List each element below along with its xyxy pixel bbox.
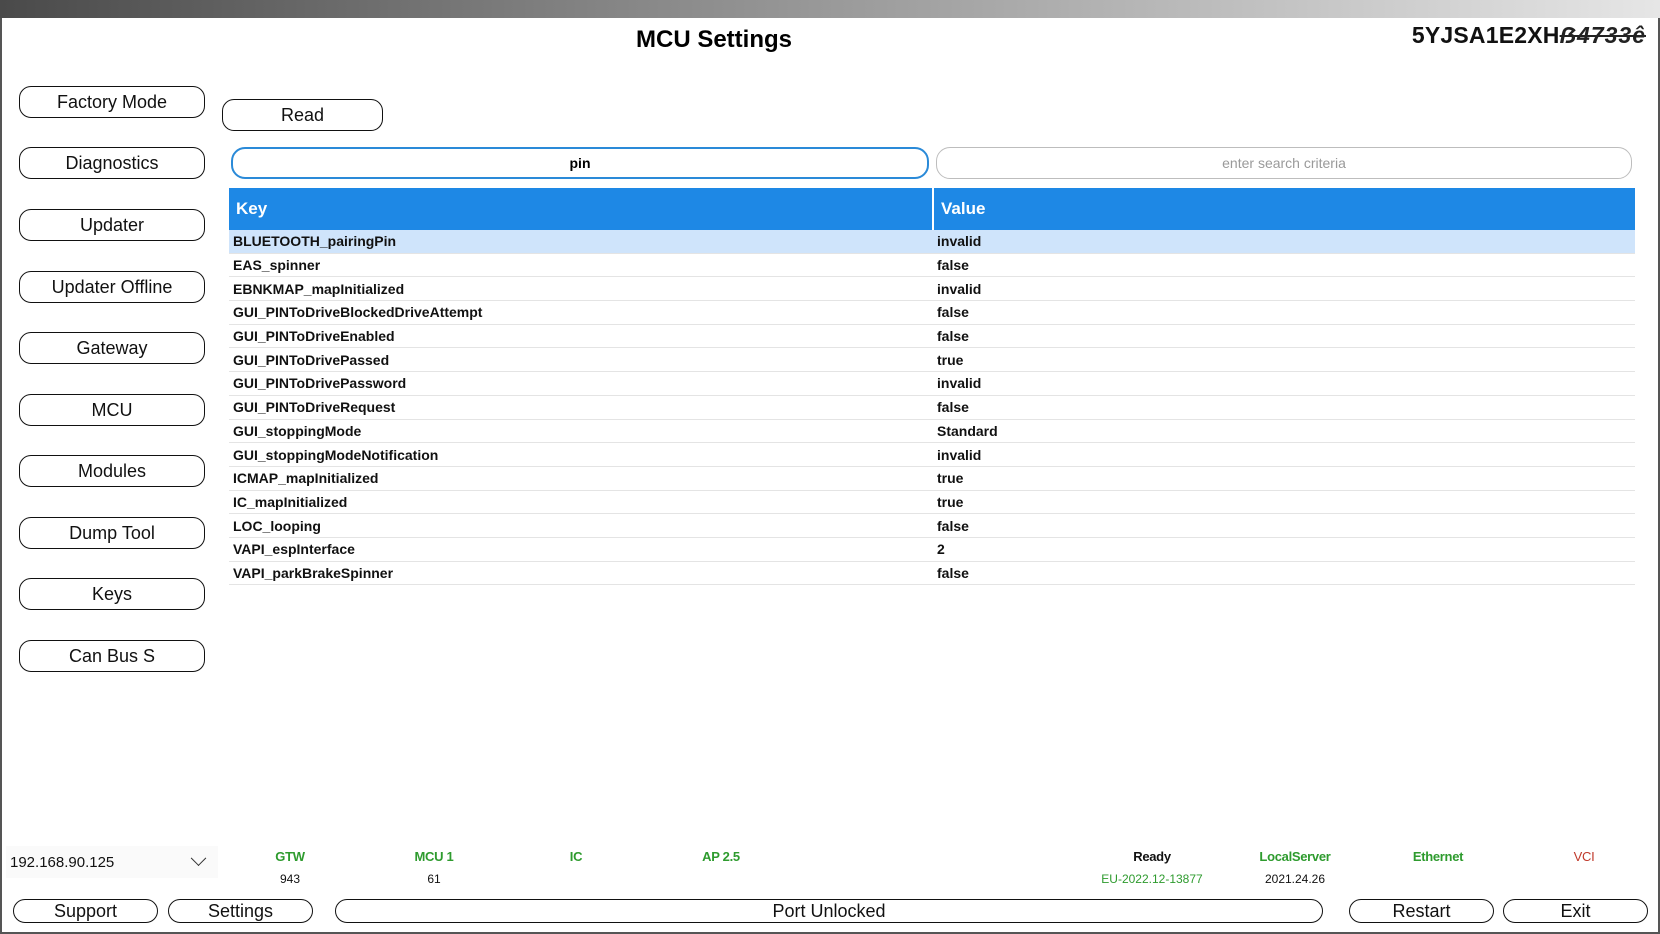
cell-value: false [937, 399, 969, 416]
cell-value: false [937, 304, 969, 321]
cell-key: GUI_PINToDriveBlockedDriveAttempt [233, 304, 483, 321]
cell-value: 2 [937, 541, 945, 558]
cell-value: invalid [937, 280, 982, 297]
status-gtw-value: 943 [279, 872, 301, 886]
table-row[interactable]: GUI_PINToDrivePassword invalid [229, 372, 1635, 396]
cell-key: GUI_stoppingModeNotification [233, 446, 439, 463]
status-mcu-label: MCU 1 [414, 849, 454, 864]
read-button[interactable]: Read [222, 99, 383, 131]
can-bus-s-button[interactable]: Can Bus S [19, 640, 205, 672]
status-ready: Ready EU-2022.12-13877 [1094, 849, 1210, 886]
cell-key: GUI_PINToDrivePassed [233, 351, 390, 368]
window-titlebar [0, 0, 1660, 18]
vin-label: 5YJSA1E2XHẞ4733ê [1412, 22, 1646, 49]
table-row[interactable]: BLUETOOTH_pairingPin invalid [229, 230, 1635, 254]
vin-redacted: ẞ4733ê [1559, 22, 1646, 48]
status-ethernet-label: Ethernet [1412, 849, 1464, 864]
table-row[interactable]: GUI_PINToDrivePassed true [229, 348, 1635, 373]
settings-table: Key Value BLUETOOTH_pairingPin invalid EAS… [229, 188, 1635, 586]
criteria-search-input[interactable]: enter search criteria [936, 147, 1632, 179]
status-localserver: LocalServer 2021.24.26 [1248, 849, 1342, 886]
table-row[interactable]: EBNKMAP_mapInitialized invalid [229, 277, 1635, 302]
cell-key: GUI_PINToDriveRequest [233, 399, 396, 416]
vin-text: 5YJSA1E2XH [1411, 22, 1560, 48]
status-ic-label: IC [569, 849, 583, 864]
mcu-button[interactable]: MCU [19, 394, 205, 426]
table-row[interactable]: ICMAP_mapInitialized true [229, 467, 1635, 491]
updater-offline-button[interactable]: Updater Offline [19, 271, 205, 303]
status-gtw: GTW 943 [258, 849, 322, 886]
cell-key: BLUETOOTH_pairingPin [233, 233, 397, 250]
status-localserver-label: LocalServer [1259, 849, 1331, 864]
cell-key: EAS_spinner [233, 257, 321, 274]
cell-value: Standard [937, 422, 998, 439]
restart-button[interactable]: Restart [1349, 899, 1494, 923]
keys-button[interactable]: Keys [19, 578, 205, 610]
table-header: Key Value [229, 188, 1635, 230]
cell-key: VAPI_espInterface [233, 541, 355, 558]
status-ic: IC [556, 849, 596, 864]
status-vci-label: VCI [1573, 849, 1595, 864]
cell-value: false [937, 564, 969, 581]
dump-tool-button[interactable]: Dump Tool [19, 517, 205, 549]
table-row[interactable]: IC_mapInitialized true [229, 491, 1635, 515]
table-row[interactable]: GUI_PINToDriveRequest false [229, 396, 1635, 420]
status-gtw-label: GTW [275, 849, 305, 864]
support-button[interactable]: Support [13, 899, 158, 923]
table-body: BLUETOOTH_pairingPin invalid EAS_spinner fa… [229, 230, 1635, 586]
cell-key: VAPI_parkBrakeSpinner [233, 564, 394, 581]
exit-button[interactable]: Exit [1503, 899, 1648, 923]
status-ready-label: Ready [1133, 849, 1171, 864]
updater-button[interactable]: Updater [19, 209, 205, 241]
key-search-input[interactable]: pin [231, 147, 929, 179]
status-localserver-value: 2021.24.26 [1264, 872, 1326, 886]
settings-button[interactable]: Settings [168, 899, 313, 923]
cell-value: true [937, 493, 964, 510]
cell-key: GUI_stoppingMode [233, 422, 362, 439]
table-row[interactable]: VAPI_espInterface 2 [229, 538, 1635, 562]
factory-mode-button[interactable]: Factory Mode [19, 86, 205, 118]
ip-address-value: 192.168.90.125 [10, 853, 115, 871]
cell-value: true [937, 470, 964, 487]
chevron-down-icon [190, 849, 207, 866]
table-row[interactable]: LOC_looping false [229, 514, 1635, 538]
status-vci: VCI [1566, 849, 1602, 864]
table-row[interactable]: VAPI_parkBrakeSpinner false [229, 562, 1635, 586]
column-header-value[interactable]: Value [932, 188, 1635, 230]
status-ap: AP 2.5 [690, 849, 752, 864]
modules-button[interactable]: Modules [19, 455, 205, 487]
cell-key: GUI_PINToDriveEnabled [233, 328, 395, 345]
cell-value: invalid [937, 375, 982, 392]
cell-value: true [937, 351, 964, 368]
status-ethernet: Ethernet [1400, 849, 1476, 864]
cell-value: invalid [937, 446, 982, 463]
status-ready-value: EU-2022.12-13877 [1101, 872, 1203, 886]
cell-key: LOC_looping [233, 517, 321, 534]
cell-key: EBNKMAP_mapInitialized [233, 280, 405, 297]
cell-key: GUI_PINToDrivePassword [233, 375, 407, 392]
status-ap-label: AP 2.5 [702, 849, 740, 864]
column-header-key[interactable]: Key [229, 188, 932, 230]
table-row[interactable]: GUI_PINToDriveBlockedDriveAttempt false [229, 301, 1635, 325]
port-unlocked-button[interactable]: Port Unlocked [335, 899, 1323, 923]
cell-key: IC_mapInitialized [233, 493, 348, 510]
cell-key: ICMAP_mapInitialized [233, 470, 379, 487]
diagnostics-button[interactable]: Diagnostics [19, 147, 205, 179]
cell-value: invalid [937, 233, 982, 250]
gateway-button[interactable]: Gateway [19, 332, 205, 364]
ip-address-select[interactable]: 192.168.90.125 [6, 846, 218, 878]
table-row[interactable]: GUI_stoppingMode Standard [229, 420, 1635, 444]
cell-value: false [937, 328, 969, 345]
table-row[interactable]: EAS_spinner false [229, 254, 1635, 278]
table-row[interactable]: GUI_stoppingModeNotification invalid [229, 443, 1635, 467]
page-title: MCU Settings [636, 26, 792, 53]
cell-value: false [937, 517, 969, 534]
cell-value: false [937, 257, 969, 274]
status-mcu-value: 61 [427, 872, 441, 886]
table-row[interactable]: GUI_PINToDriveEnabled false [229, 325, 1635, 349]
status-mcu: MCU 1 61 [400, 849, 468, 886]
